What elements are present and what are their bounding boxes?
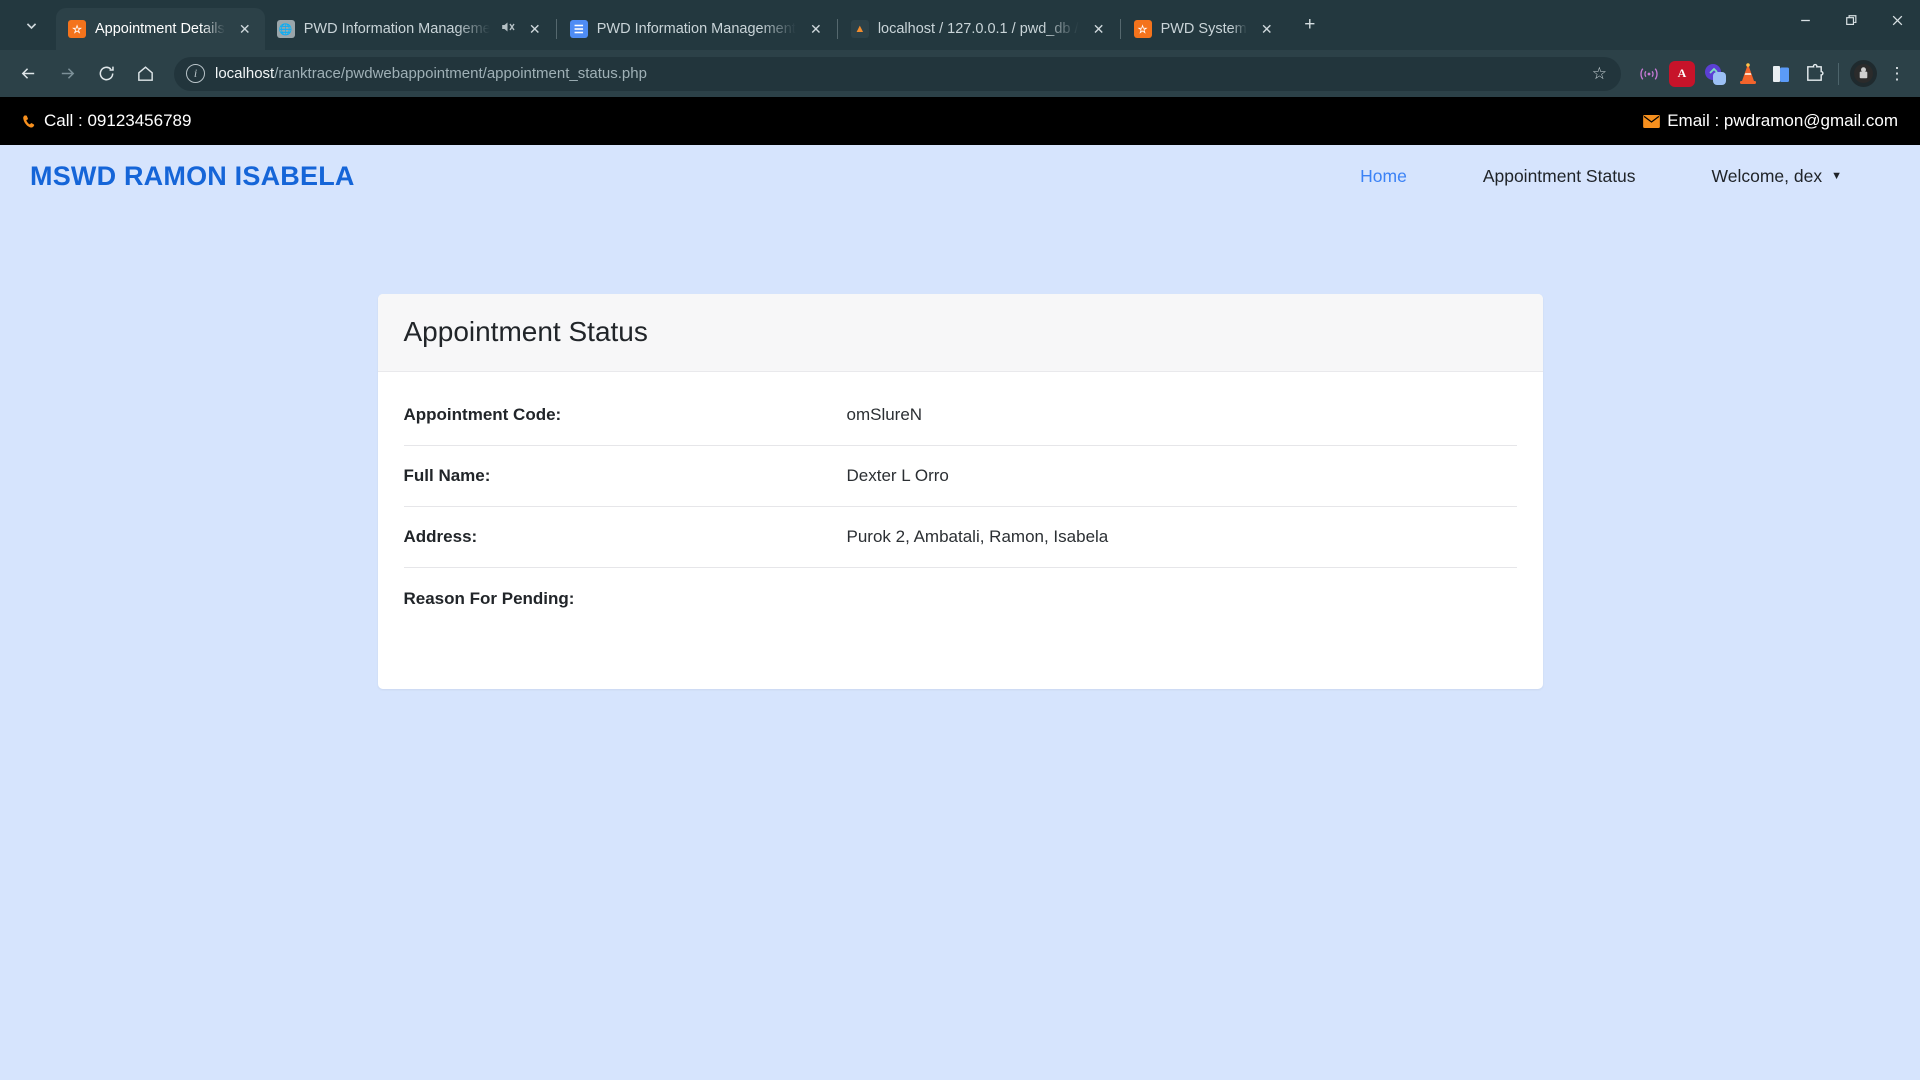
avatar[interactable]	[1850, 60, 1877, 87]
detail-row: Full Name: Dexter L Orro	[403, 446, 1517, 507]
phone-block: Call : 09123456789	[22, 111, 191, 131]
chrome-menu-icon[interactable]: ⋮	[1884, 64, 1910, 84]
detail-value: Dexter L Orro	[846, 466, 949, 485]
brand-title[interactable]: MSWD RAMON ISABELA	[30, 161, 355, 192]
tab-title: PWD Information Management	[303, 21, 490, 37]
tab-search-icon[interactable]	[10, 8, 52, 42]
maximize-restore-button[interactable]	[1828, 0, 1874, 40]
xampp-icon: ☆	[68, 20, 86, 38]
url-text: localhost/ranktrace/pwdwebappointment/ap…	[215, 65, 1578, 82]
detail-label: Full Name:	[403, 466, 491, 485]
nav-link-home[interactable]: Home	[1322, 166, 1445, 187]
email-label: Email : pwdramon@gmail.com	[1667, 111, 1898, 130]
site-navbar: MSWD RAMON ISABELA Home Appointment Stat…	[0, 145, 1920, 207]
phpmyadmin-icon: ▲	[850, 20, 869, 38]
browser-tab[interactable]: ▲ localhost / 127.0.0.1 / pwd_db / ✕	[839, 8, 1119, 50]
detail-label: Address:	[403, 527, 478, 546]
detail-row: Reason For Pending:	[404, 568, 1517, 629]
grammarly-icon[interactable]	[1702, 61, 1728, 87]
tab-title: localhost / 127.0.0.1 / pwd_db /	[877, 21, 1079, 37]
globe-icon: 🌐	[276, 20, 295, 38]
tab-close-icon[interactable]: ✕	[234, 18, 256, 40]
window-controls	[1782, 0, 1920, 50]
new-tab-button[interactable]: +	[1293, 8, 1327, 42]
nav-link-appointment-status[interactable]: Appointment Status	[1445, 166, 1674, 187]
browser-tab[interactable]: ☆ PWD System ✕	[1122, 8, 1287, 50]
url-path: /ranktrace/pwdwebappointment/appointment…	[274, 65, 647, 82]
cast-icon[interactable]	[1636, 61, 1662, 87]
contact-topbar: Call : 09123456789 Email : pwdramon@gmai…	[0, 97, 1920, 145]
address-bar[interactable]: i localhost/ranktrace/pwdwebappointment/…	[174, 56, 1621, 91]
bookmark-star-icon[interactable]: ☆	[1588, 64, 1611, 84]
appointment-status-card: Appointment Status Appointment Code: omS…	[377, 294, 1543, 689]
home-icon[interactable]	[127, 56, 163, 92]
email-block: Email : pwdramon@gmail.com	[1643, 111, 1898, 131]
reload-icon[interactable]	[88, 56, 124, 92]
back-icon[interactable]	[10, 56, 46, 92]
tab-close-icon[interactable]: ✕	[1088, 18, 1110, 40]
detail-label: Reason For Pending:	[403, 588, 575, 608]
card-body: Appointment Code: omSlureN Full Name: De…	[378, 372, 1543, 689]
tab-separator	[836, 19, 838, 39]
user-menu-label: Welcome, dex	[1711, 165, 1823, 186]
url-host: localhost	[215, 65, 275, 82]
page-title: Appointment Status	[403, 316, 648, 347]
adobe-acrobat-icon[interactable]: A	[1669, 60, 1695, 87]
tab-strip: ☆ Appointment Details ✕ 🌐 PWD Informatio…	[0, 0, 1920, 50]
detail-row: Appointment Code: omSlureN	[403, 385, 1517, 446]
tab-close-icon[interactable]: ✕	[524, 18, 546, 40]
chevron-down-icon: ▼	[1831, 170, 1842, 182]
user-menu[interactable]: Welcome, dex ▼	[1674, 166, 1890, 187]
card-header: Appointment Status	[377, 294, 1543, 372]
detail-row: Address: Purok 2, Ambatali, Ramon, Isabe…	[403, 507, 1517, 568]
xampp-icon: ☆	[1133, 20, 1152, 38]
book-icon[interactable]	[1768, 61, 1794, 87]
detail-value: omSlureN	[846, 405, 923, 424]
google-docs-icon: ☰	[569, 20, 588, 38]
tab-title: Appointment Details	[95, 21, 225, 37]
tab-list: ☆ Appointment Details ✕ 🌐 PWD Informatio…	[56, 0, 1782, 50]
tab-close-icon[interactable]: ✕	[1256, 18, 1278, 40]
page-viewport: Call : 09123456789 Email : pwdramon@gmai…	[0, 97, 1920, 1080]
envelope-icon	[1643, 114, 1661, 128]
browser-tab[interactable]: 🌐 PWD Information Management ✕	[265, 8, 555, 50]
tab-separator	[1119, 19, 1121, 39]
toolbar-separator	[1838, 62, 1839, 85]
phone-icon	[22, 114, 37, 129]
tab-close-icon[interactable]: ✕	[805, 18, 827, 40]
tab-separator	[555, 19, 557, 39]
minimize-button[interactable]	[1782, 0, 1828, 40]
nav-links: Home Appointment Status Welcome, dex ▼	[1322, 166, 1890, 187]
extension-icons: A ⋮	[1632, 60, 1910, 87]
browser-toolbar: i localhost/ranktrace/pwdwebappointment/…	[0, 50, 1920, 97]
close-window-button[interactable]	[1874, 0, 1920, 40]
detail-label: Appointment Code:	[403, 405, 562, 424]
extensions-puzzle-icon[interactable]	[1801, 61, 1827, 87]
browser-tab[interactable]: ☰ PWD Information Management ✕	[558, 8, 836, 50]
tab-muted-icon[interactable]	[499, 19, 515, 39]
tab-title: PWD Information Management	[596, 21, 796, 37]
forward-icon[interactable]	[49, 56, 85, 92]
detail-value: Purok 2, Ambatali, Ramon, Isabela	[846, 527, 1109, 546]
site-info-icon[interactable]: i	[186, 64, 205, 83]
browser-tab[interactable]: ☆ Appointment Details ✕	[56, 8, 265, 50]
phone-label: Call : 09123456789	[44, 111, 192, 130]
tab-title: PWD System	[1160, 21, 1247, 37]
traffic-cone-icon[interactable]	[1735, 61, 1761, 87]
browser-window: ☆ Appointment Details ✕ 🌐 PWD Informatio…	[0, 0, 1920, 1080]
